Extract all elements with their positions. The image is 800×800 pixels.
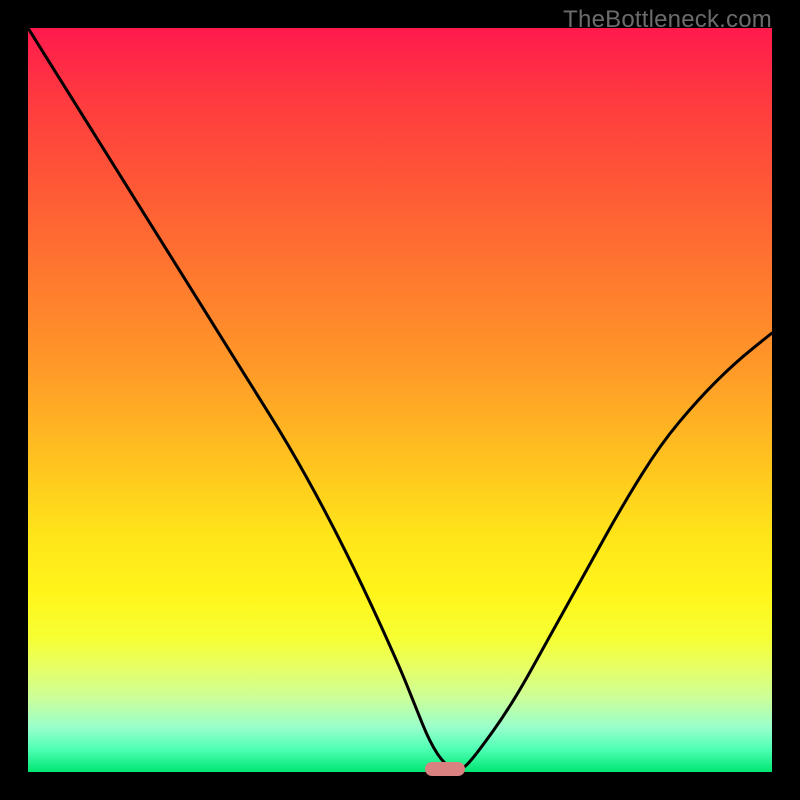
optimal-marker — [425, 762, 465, 776]
curve-layer — [28, 28, 772, 772]
plot-area — [28, 28, 772, 772]
chart-frame: TheBottleneck.com — [0, 0, 800, 800]
bottleneck-curve — [28, 28, 772, 770]
